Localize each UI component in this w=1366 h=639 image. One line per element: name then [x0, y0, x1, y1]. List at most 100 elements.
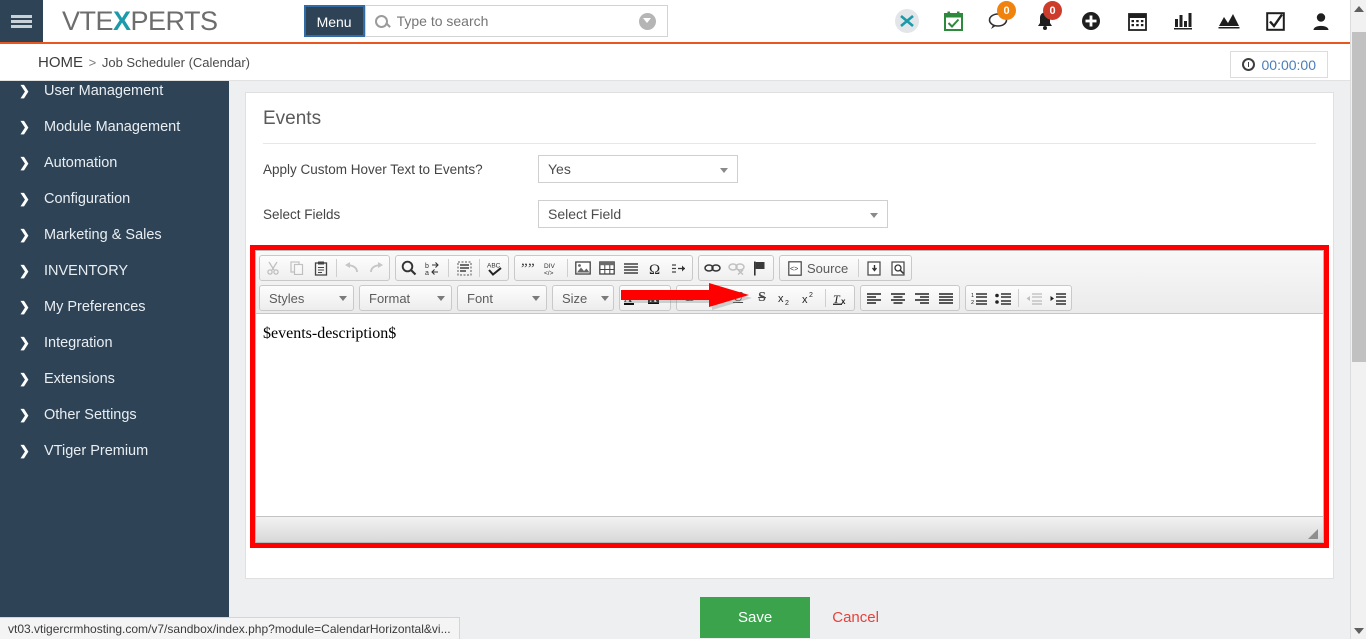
save-button[interactable]: Save	[700, 596, 811, 638]
xing-share-icon[interactable]	[884, 0, 930, 43]
scroll-down-arrow-icon[interactable]	[1351, 622, 1366, 639]
templates-icon[interactable]	[862, 257, 886, 279]
chevron-down-icon	[870, 213, 878, 218]
image-icon[interactable]	[571, 257, 595, 279]
blockquote-icon[interactable]: ””	[516, 257, 540, 279]
chevron-down-icon	[532, 295, 540, 301]
sidebar-item-label: Module Management	[44, 119, 181, 135]
sidebar-item-marketing-and-sales[interactable]: ❯ Marketing & Sales	[0, 217, 229, 253]
resize-grip-icon[interactable]	[1307, 527, 1319, 539]
indent-icon[interactable]	[1046, 287, 1070, 309]
user-profile-icon[interactable]	[1298, 0, 1344, 43]
sidebar-item-my-preferences[interactable]: ❯ My Preferences	[0, 289, 229, 325]
rich-text-editor: ba ABC ” ” DIV </> Ω <> Source Styles Fo…	[255, 250, 1324, 543]
redo-icon[interactable]	[364, 257, 388, 279]
page-title: Events	[263, 108, 322, 129]
table-icon[interactable]	[595, 257, 619, 279]
underline-icon[interactable]: U	[726, 287, 750, 309]
hamburger-menu-icon[interactable]	[0, 0, 43, 42]
source-button[interactable]: <> Source	[781, 257, 855, 279]
preview-icon[interactable]	[886, 257, 910, 279]
brand-logo[interactable]: VTE X PERTS	[43, 0, 218, 42]
calendar-check-icon[interactable]	[930, 0, 976, 43]
breadcrumb-current-page: Job Scheduler (Calendar)	[101, 55, 250, 70]
notification-bell-icon[interactable]: 0	[1022, 0, 1068, 43]
svg-text:1: 1	[971, 293, 974, 299]
cancel-link[interactable]: Cancel	[832, 609, 879, 626]
numbered-list-icon[interactable]: 12	[967, 287, 991, 309]
chevron-down-icon[interactable]	[638, 12, 656, 30]
scrollbar-thumb[interactable]	[1352, 32, 1366, 362]
link-icon[interactable]	[700, 257, 724, 279]
justify-icon[interactable]	[934, 287, 958, 309]
scroll-up-arrow-icon[interactable]	[1351, 0, 1366, 17]
menu-button[interactable]: Menu	[303, 5, 365, 37]
area-chart-icon[interactable]	[1206, 0, 1252, 43]
editor-content-text: $events-description$	[263, 325, 397, 342]
align-right-icon[interactable]	[910, 287, 934, 309]
svg-text:</>: </>	[544, 270, 554, 276]
select-fields-dropdown[interactable]: Select Field	[538, 200, 888, 228]
superscript-icon[interactable]: x2	[798, 287, 822, 309]
sidebar-item-other-settings[interactable]: ❯ Other Settings	[0, 397, 229, 433]
find-icon[interactable]	[397, 257, 421, 279]
select-all-icon[interactable]	[452, 257, 476, 279]
sidebar-item-configuration[interactable]: ❯ Configuration	[0, 181, 229, 217]
special-character-icon[interactable]: Ω	[643, 257, 667, 279]
page-break-icon[interactable]	[667, 257, 691, 279]
sidebar-item-inventory[interactable]: ❯ INVENTORY	[0, 253, 229, 289]
sidebar-item-automation[interactable]: ❯ Automation	[0, 145, 229, 181]
brand-text-x: X	[113, 5, 131, 36]
clock-icon	[1241, 58, 1255, 71]
outdent-icon[interactable]	[1022, 287, 1046, 309]
paste-icon[interactable]	[309, 257, 333, 279]
format-combo[interactable]: Format	[359, 285, 452, 311]
subscript-icon[interactable]: x2	[774, 287, 798, 309]
add-circle-icon[interactable]	[1068, 0, 1114, 43]
text-color-icon[interactable]: A	[621, 287, 645, 309]
sidebar-item-label: My Preferences	[44, 299, 146, 315]
anchor-flag-icon[interactable]	[748, 257, 772, 279]
sidebar-item-vtiger-premium[interactable]: ❯ VTiger Premium	[0, 433, 229, 469]
search-input[interactable]	[387, 13, 639, 29]
breadcrumb-home-link[interactable]: HOME	[38, 54, 83, 71]
editor-content-area[interactable]: $events-description$	[256, 314, 1323, 516]
unlink-icon[interactable]	[724, 257, 748, 279]
remove-format-icon[interactable]: Tx	[829, 287, 853, 309]
session-timer[interactable]: 00:00:00	[1229, 51, 1328, 78]
horizontal-rule-icon[interactable]	[619, 257, 643, 279]
svg-text:Ω: Ω	[649, 262, 660, 276]
cut-icon[interactable]	[261, 257, 285, 279]
background-color-icon[interactable]: A	[645, 287, 669, 309]
align-left-icon[interactable]	[862, 287, 886, 309]
chat-bubble-icon[interactable]: 0	[976, 0, 1022, 43]
browser-scrollbar[interactable]	[1350, 0, 1366, 639]
bold-icon[interactable]: B	[678, 287, 702, 309]
hover-text-selected-value: Yes	[548, 161, 571, 177]
create-div-icon[interactable]: DIV </>	[540, 257, 564, 279]
strikethrough-icon[interactable]: S	[750, 287, 774, 309]
replace-icon[interactable]: ba	[421, 257, 445, 279]
sidebar-item-integration[interactable]: ❯ Integration	[0, 325, 229, 361]
checkbox-task-icon[interactable]	[1252, 0, 1298, 43]
size-combo[interactable]: Size	[552, 285, 614, 311]
undo-icon[interactable]	[340, 257, 364, 279]
header-spacer	[218, 0, 304, 42]
align-center-icon[interactable]	[886, 287, 910, 309]
copy-icon[interactable]	[285, 257, 309, 279]
calendar-grid-icon[interactable]	[1114, 0, 1160, 43]
global-search-box[interactable]	[364, 5, 668, 37]
spellcheck-icon[interactable]: ABC	[483, 257, 507, 279]
sidebar-item-extensions[interactable]: ❯ Extensions	[0, 361, 229, 397]
hover-text-select[interactable]: Yes	[538, 155, 738, 183]
status-url-text: vt03.vtigercrmhosting.com/v7/sandbox/ind…	[8, 621, 451, 636]
styles-combo[interactable]: Styles	[259, 285, 354, 311]
font-combo[interactable]: Font	[457, 285, 547, 311]
italic-icon[interactable]: I	[702, 287, 726, 309]
chevron-right-icon: ❯	[19, 83, 30, 98]
sidebar-item-module-management[interactable]: ❯ Module Management	[0, 109, 229, 145]
bulleted-list-icon[interactable]	[991, 287, 1015, 309]
svg-text:ABC: ABC	[487, 262, 501, 269]
sidebar-item-user-management[interactable]: ❯ User Management	[0, 81, 229, 109]
bar-chart-icon[interactable]	[1160, 0, 1206, 43]
